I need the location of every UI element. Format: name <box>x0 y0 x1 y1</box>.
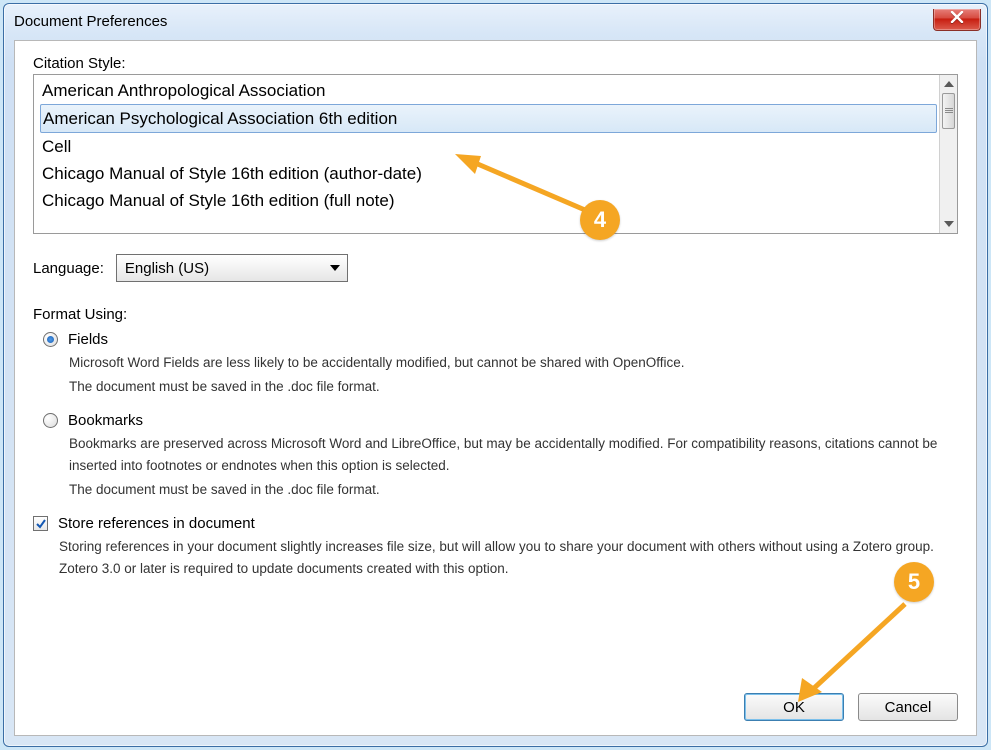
language-dropdown[interactable]: English (US) <box>116 254 348 282</box>
close-button[interactable] <box>933 9 981 31</box>
store-references-label: Store references in document <box>58 515 255 532</box>
language-label: Language: <box>33 260 104 277</box>
radio-fields-label: Fields <box>68 331 108 348</box>
annotation-step-5-label: 5 <box>908 569 920 595</box>
scroll-down-button[interactable] <box>940 215 957 233</box>
citation-style-item[interactable]: American Anthropological Association <box>40 77 939 104</box>
store-references-checkbox[interactable] <box>33 516 48 531</box>
language-value: English (US) <box>125 260 209 277</box>
fields-desc-1: Microsoft Word Fields are less likely to… <box>69 352 958 374</box>
scrollbar[interactable] <box>939 75 957 233</box>
scroll-up-button[interactable] <box>940 75 957 93</box>
bookmarks-desc-1: Bookmarks are preserved across Microsoft… <box>69 433 958 477</box>
bookmarks-desc-2: The document must be saved in the .doc f… <box>69 479 958 501</box>
radio-fields[interactable] <box>43 332 58 347</box>
annotation-arrow-5 <box>790 600 920 710</box>
window-title: Document Preferences <box>14 13 167 30</box>
scroll-track[interactable] <box>940 93 957 215</box>
chevron-down-icon <box>327 265 343 271</box>
annotation-arrow-4 <box>455 150 595 220</box>
fields-desc-2: The document must be saved in the .doc f… <box>69 376 958 398</box>
annotation-step-4-label: 4 <box>594 207 606 233</box>
scroll-thumb[interactable] <box>942 93 955 129</box>
annotation-step-4: 4 <box>580 200 620 240</box>
citation-style-label: Citation Style: <box>33 55 958 72</box>
citation-style-item[interactable]: American Psychological Association 6th e… <box>40 104 937 133</box>
titlebar: Document Preferences <box>4 4 987 36</box>
annotation-step-5: 5 <box>894 562 934 602</box>
checkmark-icon <box>35 518 47 530</box>
radio-bookmarks[interactable] <box>43 413 58 428</box>
close-icon <box>950 10 964 28</box>
store-references-desc: Storing references in your document slig… <box>59 536 958 580</box>
format-using-label: Format Using: <box>33 306 958 323</box>
radio-bookmarks-label: Bookmarks <box>68 412 143 429</box>
